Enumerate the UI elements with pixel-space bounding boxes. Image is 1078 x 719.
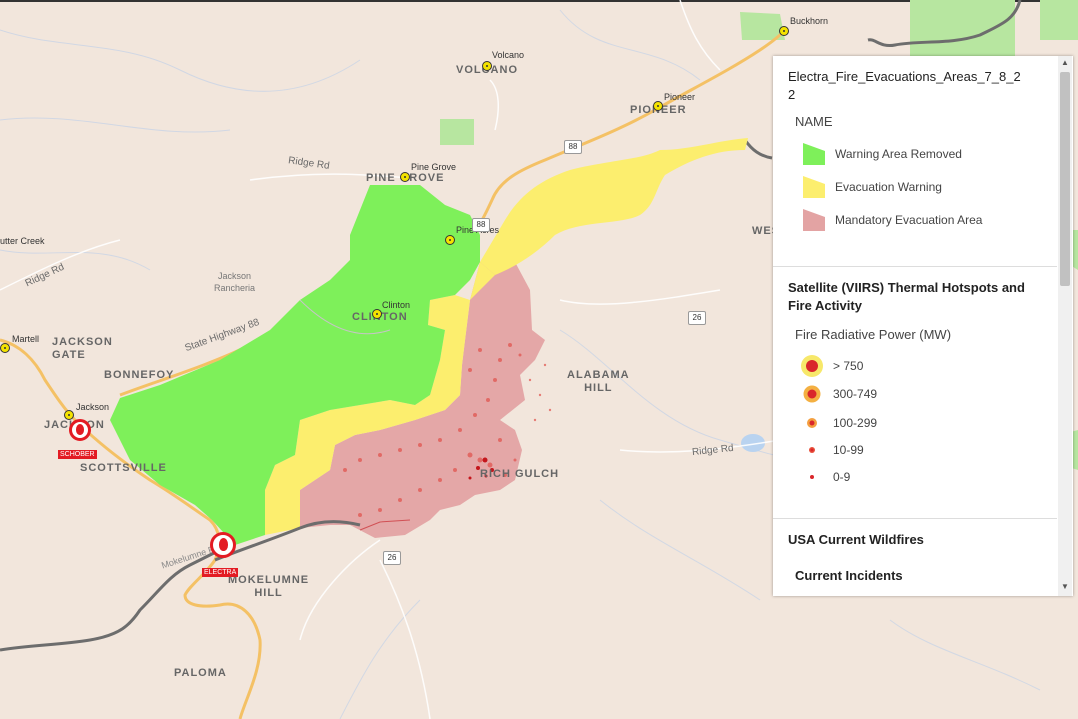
hotspot-lg-icon	[799, 381, 825, 407]
legend-field-frp: Fire Radiative Power (MW)	[795, 327, 952, 342]
town-label-volcano: Volcano	[492, 50, 525, 60]
legend-item-frp-750: > 750	[773, 352, 1057, 379]
place-label-alabama-hill: ALABAMA HILL	[567, 369, 630, 394]
town-marker-pioneer[interactable]	[653, 101, 663, 111]
town-marker-buckhorn[interactable]	[779, 26, 789, 36]
legend-sublayer-current-incidents: Current Incidents	[795, 568, 903, 583]
legend-field-name: NAME	[795, 114, 833, 129]
legend-item-label: Mandatory Evacuation Area	[835, 212, 983, 227]
scroll-up-arrow-icon[interactable]: ▲	[1061, 58, 1069, 67]
legend-scrollbar-thumb[interactable]	[1060, 72, 1070, 286]
legend-item-label: Evacuation Warning	[835, 179, 942, 194]
town-label-pine-grove: Pine Grove	[411, 162, 457, 172]
highway-shield-26a: 26	[688, 311, 706, 325]
highway-shield-88: 88	[564, 140, 582, 154]
hotspot-xl-icon	[799, 353, 825, 379]
town-label-pioneer: Pioneer	[664, 92, 696, 102]
legend-panel[interactable]: Electra_Fire_Evacuations_Areas_7_8_2 2 N…	[773, 56, 1073, 596]
town-label-jackson: Jackson	[76, 402, 110, 412]
town-label-martell: Martell	[12, 334, 40, 344]
town-label-clinton: Clinton	[382, 300, 411, 310]
legend-item-label: > 750	[833, 358, 864, 373]
legend-item-evacuation-warning: Evacuation Warning	[773, 170, 1057, 203]
town-label-buckhorn: Buckhorn	[790, 16, 829, 26]
town-label-sutter-creek: utter Creek	[0, 236, 45, 246]
legend-item-label: 100-299	[833, 415, 878, 430]
town-marker-martell[interactable]	[0, 343, 10, 353]
hotspot-md-icon	[799, 410, 825, 436]
yellow-swatch-icon	[803, 175, 825, 198]
legend-item-label: Warning Area Removed	[835, 146, 962, 161]
legend-item-label: 10-99	[833, 442, 864, 457]
place-label-mokelumne-hill: MOKELUMNE HILL	[228, 574, 310, 599]
place-label-scottsville: SCOTTSVILLE	[80, 462, 167, 474]
legend-item-warning-removed: Warning Area Removed	[773, 137, 1057, 170]
legend-layer-title-evacuations: Electra_Fire_Evacuations_Areas_7_8_2 2	[788, 69, 1021, 102]
hotspot-xs-icon	[799, 464, 825, 490]
legend-item-frp-300: 300-749	[773, 379, 1057, 409]
place-label-bonnefoy: BONNEFOY	[104, 369, 175, 381]
legend-item-mandatory-evacuation: Mandatory Evacuation Area	[773, 203, 1057, 236]
hotspot-sm-icon	[799, 437, 825, 463]
green-swatch-icon	[803, 142, 825, 165]
highway-shield-88b: 88	[472, 218, 490, 232]
legend-item-label: 0-9	[833, 469, 851, 484]
town-marker-clinton[interactable]	[372, 309, 382, 319]
legend-layer-title-wildfires: USA Current Wildfires	[788, 532, 924, 547]
pink-swatch-icon	[803, 208, 825, 231]
town-marker-volcano[interactable]	[482, 61, 492, 71]
legend-item-label: 300-749	[833, 387, 878, 401]
highway-shield-26b: 26	[383, 551, 401, 565]
place-label-paloma: PALOMA	[174, 667, 227, 679]
legend-item-frp-0: 0-9	[773, 463, 1057, 490]
place-label-jackson-gate: JACKSON GATE	[52, 336, 113, 361]
fire-label-electra: ELECTRA	[202, 568, 239, 577]
legend-item-frp-100: 100-299	[773, 409, 1057, 436]
town-marker-jackson[interactable]	[64, 410, 74, 420]
fire-icon-electra[interactable]	[210, 532, 236, 558]
place-label-jackson-rancheria: Jackson Rancheria	[214, 271, 256, 293]
fire-label-schober: SCHOBER	[58, 450, 97, 459]
scroll-down-arrow-icon[interactable]: ▼	[1061, 582, 1069, 591]
legend-item-frp-10: 10-99	[773, 436, 1057, 463]
legend-layer-title-viirs: Satellite (VIIRS) Thermal Hotspots and F…	[788, 280, 1025, 313]
town-marker-pine-grove[interactable]	[400, 172, 410, 182]
fire-icon-schober[interactable]	[69, 419, 91, 441]
place-label-rich-gulch: RICH GULCH	[480, 468, 560, 480]
town-marker-pine-acres[interactable]	[445, 235, 455, 245]
